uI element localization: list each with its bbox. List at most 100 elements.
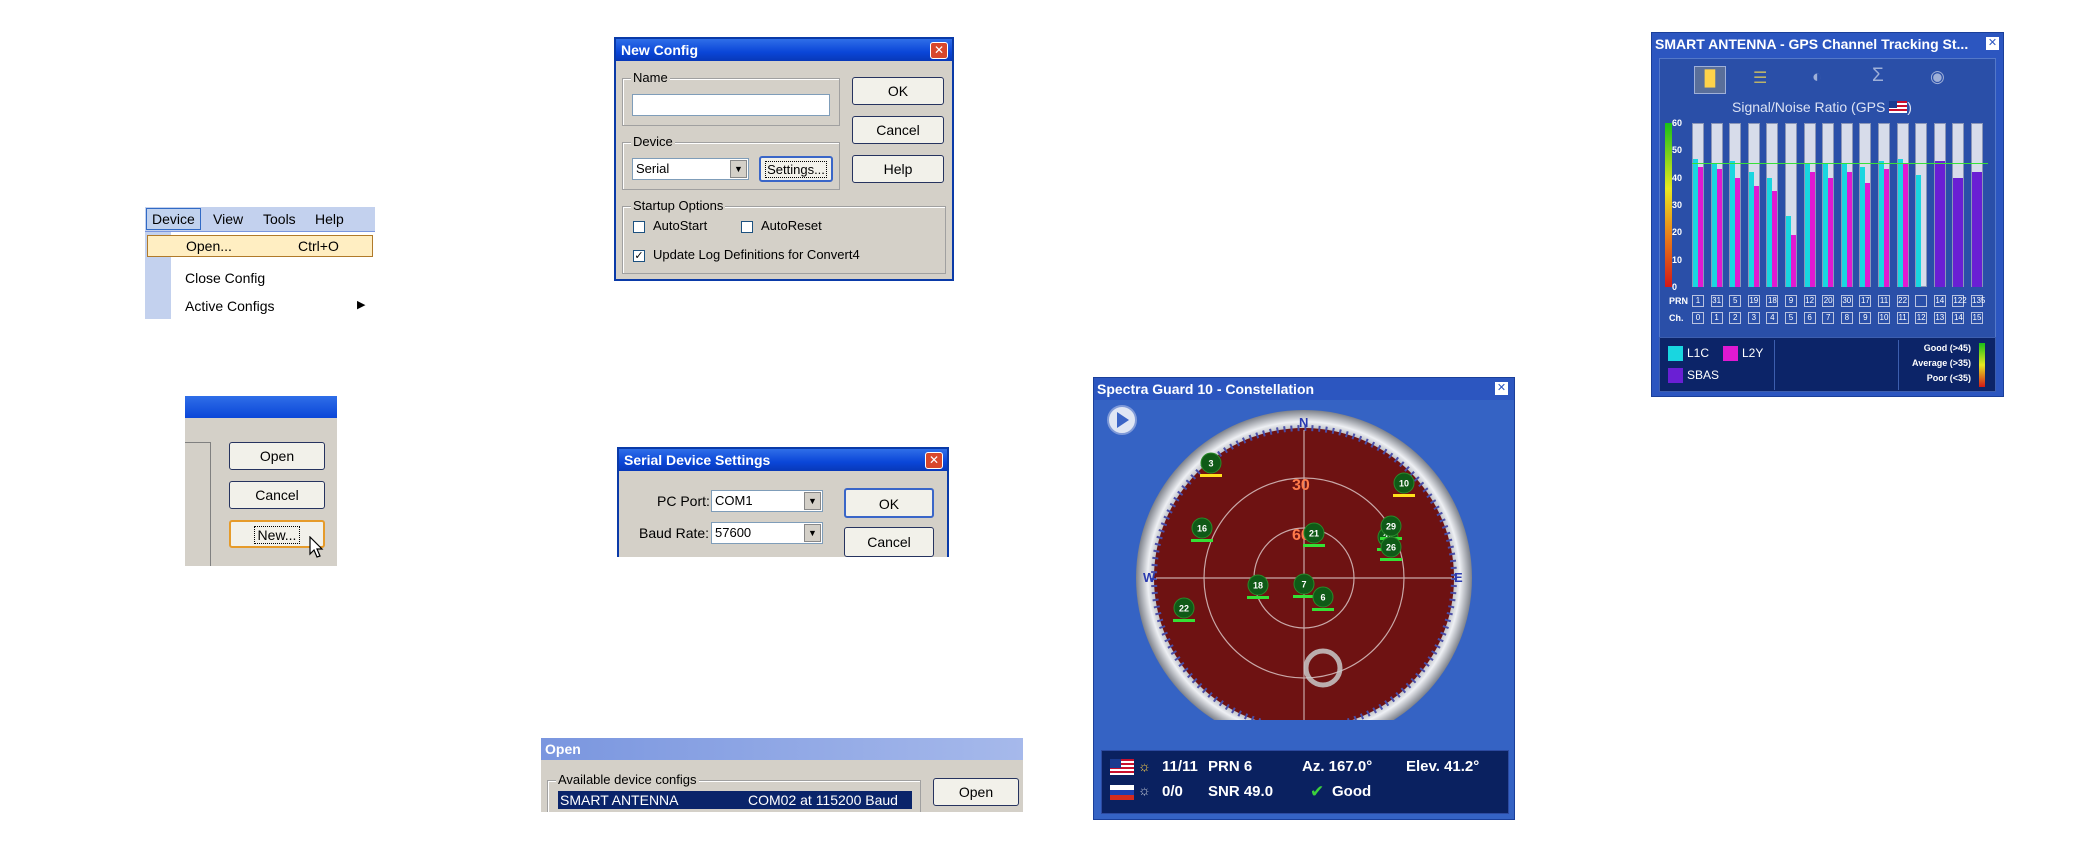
open-dialog: Open Available device configs SMART ANTE…: [541, 738, 1023, 812]
menu-bar: Device View Tools Help: [145, 207, 375, 232]
fragment-new-button-label: New...: [253, 526, 301, 544]
satellite-gps-icon: ☼: [1138, 758, 1151, 774]
ch-row: 0 1 2 3 4 5 6 7 8 9 10 11 12 13 14 15: [1692, 312, 1992, 326]
l2y-swatch: [1723, 346, 1738, 361]
fragment-cancel-button[interactable]: Cancel: [229, 481, 325, 509]
sats-used: 11/11: [1162, 758, 1198, 775]
new-config-dialog: New Config ✕ Name Device Serial ▼ Settin…: [614, 37, 954, 281]
gps-tracking-window: SMART ANTENNA - GPS Channel Tracking St.…: [1651, 32, 2004, 397]
l1c-swatch: [1668, 346, 1683, 361]
menu-tools[interactable]: Tools: [263, 211, 296, 227]
play-icon[interactable]: [1107, 405, 1137, 435]
prn-cell: 31: [1710, 295, 1723, 307]
update-log-checkbox[interactable]: ✓: [633, 250, 645, 262]
channel-cell: 2: [1729, 312, 1742, 324]
channel-cell: 5: [1785, 312, 1797, 324]
autoreset-checkbox[interactable]: [741, 221, 753, 233]
channel-cell: 3: [1747, 312, 1760, 324]
channel-cell: 0: [1692, 312, 1704, 324]
satellite-prn-label: 3: [1208, 459, 1213, 469]
globe-icon[interactable]: ◉: [1930, 67, 1945, 87]
menu-help[interactable]: Help: [315, 211, 344, 227]
menu-item-open-label: Open...: [186, 238, 232, 254]
checkmark-icon: ✔: [1310, 782, 1325, 801]
constellation-status-panel: ☼ 11/11 PRN 6 Az. 167.0° Elev. 41.2° ☼ 0…: [1101, 750, 1509, 814]
prn-cell: 9: [1785, 295, 1797, 307]
config-list-row[interactable]: SMART ANTENNA COM02 at 115200 Baud: [558, 791, 912, 809]
close-icon[interactable]: ✕: [1495, 382, 1508, 395]
snr-color-scale: [1665, 123, 1672, 287]
compass-n: N: [1299, 415, 1308, 430]
snr-bar-l2y: [1884, 169, 1889, 287]
fragment-list-edge: [185, 442, 211, 566]
satellite-prn-label: 6: [1320, 593, 1325, 603]
mouse-cursor-icon: [309, 536, 324, 558]
pc-port-select[interactable]: COM1 ▼: [711, 490, 823, 512]
satellite-prn-label: 26: [1386, 543, 1396, 553]
channel-cell: 15: [1971, 312, 1983, 324]
menu-view[interactable]: View: [213, 211, 243, 227]
sum-icon[interactable]: Σ: [1872, 65, 1884, 87]
prn-label: PRN: [1669, 296, 1689, 306]
azimuth: Az. 167.0°: [1302, 758, 1373, 775]
autostart-label: AutoStart: [653, 218, 708, 233]
menu-item-close-config[interactable]: Close Config: [185, 270, 265, 286]
prn-cell: 30: [1840, 295, 1853, 307]
compass-e: E: [1454, 570, 1463, 585]
snr-bar-l2y: [1791, 235, 1796, 287]
settings-button[interactable]: Settings...: [759, 156, 833, 182]
prn-cell: 22: [1896, 295, 1909, 307]
cancel-button[interactable]: Cancel: [852, 116, 944, 144]
satellite-signal-bar: [1303, 544, 1325, 547]
serial-cancel-button[interactable]: Cancel: [844, 527, 934, 557]
quality-poor: Poor (<35): [1926, 373, 1971, 383]
prn-cell: 135: [1971, 295, 1986, 307]
chevron-down-icon: ▼: [730, 160, 747, 178]
close-icon[interactable]: ✕: [925, 452, 943, 469]
signal-noise-view-icon[interactable]: █: [1694, 66, 1726, 94]
ok-button[interactable]: OK: [852, 77, 944, 105]
name-input[interactable]: [632, 94, 830, 116]
channel-cell: 11: [1896, 312, 1909, 324]
close-icon[interactable]: ✕: [930, 42, 948, 59]
submenu-arrow-icon: ▶: [357, 299, 366, 311]
menu-item-active-configs[interactable]: Active Configs: [185, 298, 274, 314]
prn-row: 1 31 5 19 18 9 12 20 30 17 11 22 14 122 135: [1692, 295, 1992, 309]
open-dialog-open-button[interactable]: Open: [933, 778, 1019, 806]
open-dialog-title: Open: [545, 741, 581, 757]
satellite-signal-bar: [1200, 474, 1222, 477]
configs-group: Available device configs SMART ANTENNA C…: [547, 772, 921, 812]
good-threshold-line: [1692, 163, 1988, 164]
y-tick-label: 60: [1672, 118, 1683, 128]
constellation-view-icon[interactable]: ◐: [1812, 67, 1822, 87]
satellite-prn-label: 7: [1301, 580, 1306, 590]
snr-bar-l2y: [1716, 169, 1722, 287]
device-select[interactable]: Serial ▼: [632, 158, 749, 180]
snr-bar-sbas: [1934, 161, 1945, 287]
baud-rate-select[interactable]: 57600 ▼: [711, 522, 823, 544]
menu-item-open[interactable]: Open... Ctrl+O: [147, 235, 373, 257]
satellite-signal-bar: [1393, 494, 1415, 497]
open-dialog-titlebar: Open: [541, 738, 1023, 760]
fragment-open-button[interactable]: Open: [229, 442, 325, 470]
satellite-view-icon[interactable]: ☰: [1753, 68, 1767, 88]
y-tick-label: 50: [1672, 145, 1683, 156]
quality-good: Good (>45): [1923, 343, 1971, 353]
close-icon[interactable]: ✕: [1986, 37, 1999, 50]
autostart-checkbox[interactable]: [633, 221, 645, 233]
channel-cell: 7: [1822, 312, 1835, 324]
quality-average: Average (>35): [1912, 358, 1971, 368]
serial-ok-button[interactable]: OK: [844, 488, 934, 518]
help-button[interactable]: Help: [852, 155, 944, 183]
signal-quality: Good: [1332, 783, 1372, 800]
prn-cell: 5: [1729, 295, 1742, 307]
menu-device[interactable]: Device: [146, 208, 201, 230]
quality-color-scale: [1979, 343, 1985, 387]
selected-prn: PRN 6: [1208, 758, 1253, 775]
new-config-title: New Config: [621, 42, 698, 58]
channel-cell: 14: [1952, 312, 1965, 324]
settings-button-label: Settings...: [765, 161, 827, 178]
gps-titlebar: SMART ANTENNA - GPS Channel Tracking St.…: [1652, 33, 2003, 55]
chart-title: Signal/Noise Ratio (GPS ): [1732, 99, 1912, 115]
satellite-prn-label: 18: [1253, 581, 1263, 591]
